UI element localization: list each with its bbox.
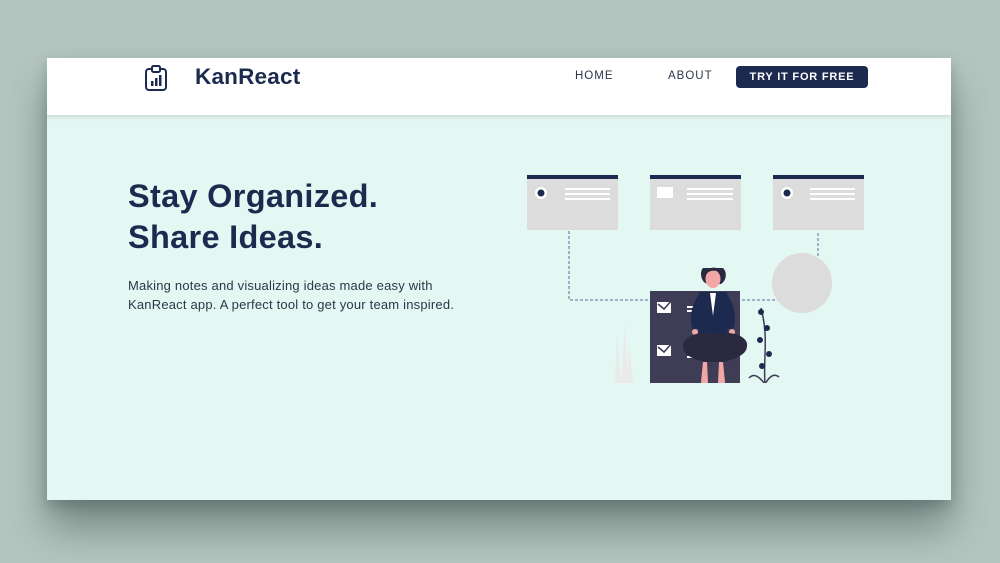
nav-link-about[interactable]: ABOUT: [668, 70, 713, 82]
note-card-right: [773, 175, 864, 230]
hero-description: Making notes and visualizing ideas made …: [128, 278, 455, 312]
clipboard-chart-icon[interactable]: [144, 65, 168, 91]
background-circle: [772, 253, 832, 313]
headline-line-2: Share Ideas.: [128, 219, 324, 255]
navbar: KanReact HOME ABOUT TRY IT FOR FREE: [47, 58, 951, 115]
nav-link-home[interactable]: HOME: [575, 70, 614, 82]
note-card-middle: [650, 175, 741, 230]
grass-left: [615, 326, 633, 383]
woman-sitting-on-task-board-illustration: [527, 175, 864, 383]
hero-headline: Stay Organized. Share Ideas.: [128, 176, 378, 258]
brand-name[interactable]: KanReact: [195, 64, 300, 90]
headline-line-1: Stay Organized.: [128, 178, 379, 214]
plant: [748, 307, 780, 383]
app-window: KanReact HOME ABOUT TRY IT FOR FREE Stay…: [47, 58, 951, 500]
try-it-for-free-button[interactable]: TRY IT FOR FREE: [736, 66, 868, 88]
note-card-left: [527, 175, 618, 230]
